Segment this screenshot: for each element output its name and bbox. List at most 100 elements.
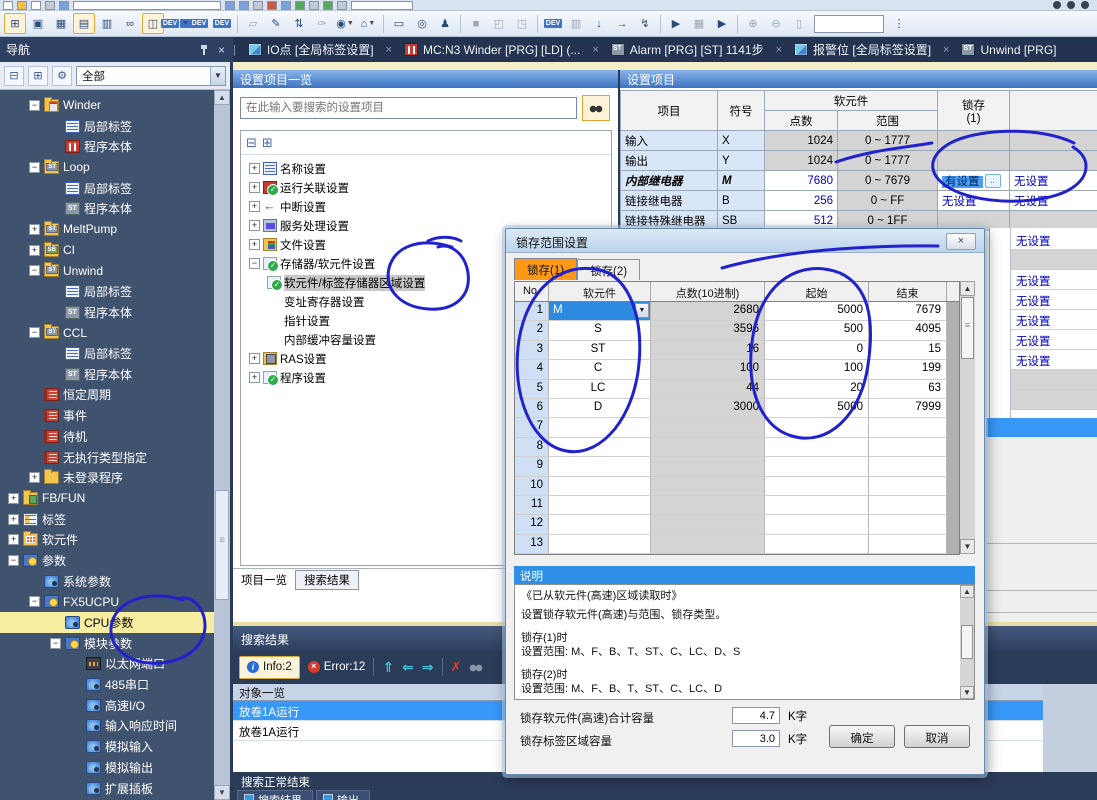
points-cell[interactable] [651,477,765,496]
edit-test-icon[interactable]: ✎ [265,13,287,34]
device-cell[interactable] [549,438,651,457]
monitor-icon[interactable]: ▣ [27,13,49,34]
device-cell[interactable]: D [549,399,651,418]
tree-expander-icon[interactable]: − [8,555,19,566]
sidebar-item-无执行类型指定[interactable]: 无执行类型指定 [0,447,214,468]
start-cell[interactable] [765,418,869,437]
latch1-cell[interactable]: 有设置.. [938,171,1010,191]
start-cell[interactable] [765,457,869,476]
latch2-strip-cell[interactable]: 无设置 [1011,310,1097,330]
sidebar-item-Loop[interactable]: −Loop [0,157,214,178]
toolbar-misc-icon-6[interactable] [295,1,305,10]
points-cell[interactable] [651,515,765,534]
toolbar-misc-icon-8[interactable] [323,1,333,10]
zoom-window-icon[interactable]: ◰ [488,13,510,34]
program-list-small-icon[interactable]: ▥ [96,13,118,34]
sidebar-item-模拟输入[interactable]: 模拟输入 [0,736,214,757]
end-cell[interactable] [869,438,947,457]
toolbar-misc-icon-4[interactable] [267,1,277,10]
toolbar-misc-icon-5[interactable] [281,1,291,10]
tree-expander-icon[interactable]: − [249,258,260,269]
points-cell[interactable]: 3000 [651,399,765,418]
tree-expander-icon[interactable]: − [50,638,61,649]
sidebar-item-模拟输出[interactable]: 模拟输出 [0,757,214,778]
gear-icon[interactable]: ⚙ [52,66,72,86]
device-grid-icon[interactable]: DEV [188,13,210,34]
sidebar-item-CCL[interactable]: −CCL [0,323,214,344]
document-tab[interactable]: Unwind [PRG] [951,37,1066,62]
project-tree-icon[interactable]: ⊞ [4,13,26,34]
grid-gray-icon[interactable]: ▦ [688,13,710,34]
dialog-close-button[interactable]: × [946,233,976,250]
sidebar-item-局部标签[interactable]: 局部标签 [0,178,214,199]
tab-search-result[interactable]: 搜索结果 [295,570,359,590]
tree-expander-icon[interactable]: + [249,163,260,174]
sidebar-item-程序本体[interactable]: 程序本体 [0,364,214,385]
ellipsis-button[interactable]: .. [985,174,1001,188]
tree-expander-icon[interactable]: + [29,245,40,256]
device-cell[interactable] [549,457,651,476]
sidebar-item-FB/FUN[interactable]: +FB/FUN [0,488,214,509]
setting-tree-item-中断设置[interactable]: +中断设置 [241,197,611,216]
end-cell[interactable]: 15 [869,341,947,360]
sidebar-item-软元件[interactable]: +软元件 [0,529,214,550]
points-cell[interactable]: 100 [651,360,765,379]
sidebar-item-未登录程序[interactable]: +未登录程序 [0,467,214,488]
latch2-value[interactable]: 无设置 [1014,196,1049,208]
sidebar-item-模块参数[interactable]: −模块参数 [0,633,214,654]
bottom-tab-搜索结果[interactable]: 搜索结果 [237,790,313,800]
sidebar-item-程序本体[interactable]: 程序本体 [0,136,214,157]
tree-expander-icon[interactable]: − [29,265,40,276]
toolbar-misc-icon-9[interactable] [337,1,347,10]
program-list-icon[interactable]: ▤ [73,13,95,34]
tree-expander-icon[interactable]: − [29,100,40,111]
sidebar-item-程序本体[interactable]: 程序本体 [0,302,214,323]
sidebar-item-局部标签[interactable]: 局部标签 [0,281,214,302]
tree-expander-icon[interactable]: + [249,372,260,383]
latch1-cell[interactable]: 无设置 [938,191,1010,211]
toolbar-misc-icon-7[interactable] [309,1,319,10]
expand-all-icon[interactable]: ⊞ [262,135,273,151]
points-cell[interactable]: 2680 [651,302,765,321]
end-cell[interactable] [869,496,947,515]
start-cell[interactable]: 0 [765,341,869,360]
points-cell[interactable]: 44 [651,380,765,399]
dialog-tab-锁存(1)[interactable]: 锁存(1) [514,258,577,280]
device-cell[interactable]: C [549,360,651,379]
scroll-down-icon[interactable]: ▼ [214,785,230,800]
device-cell[interactable]: LC [549,380,651,399]
more-icon[interactable]: ⋮ [888,13,910,34]
latch2-strip-cell[interactable]: 无设置 [1011,290,1097,310]
tree-expander-icon[interactable]: + [249,220,260,231]
scroll-thumb[interactable] [961,625,973,659]
search-again-icon[interactable] [469,663,483,672]
sidebar-item-CPU参数[interactable]: CPU参数 [0,612,214,633]
sidebar-item-扩展插板[interactable]: 扩展插板 [0,778,214,799]
stop-icon[interactable]: ■ [465,13,487,34]
window-control-buttons[interactable] [1053,0,1089,9]
toolbar-misc-icon-3[interactable] [253,1,263,10]
device-cell[interactable]: M▼ [549,302,651,321]
end-cell[interactable] [869,477,947,496]
run2-icon[interactable]: ▶ [711,13,733,34]
scroll-down-icon[interactable]: ▼ [960,539,975,554]
device-grid2-icon[interactable]: DEV [211,13,233,34]
end-cell[interactable]: 63 [869,380,947,399]
device-eye-icon[interactable]: ◉▼ [334,13,356,34]
points-cell[interactable] [651,496,765,515]
sidebar-item-高速I/O[interactable]: 高速I/O [0,695,214,716]
sidebar-item-Unwind[interactable]: −Unwind [0,261,214,282]
sidebar-item-输入响应时间[interactable]: 输入响应时间 [0,716,214,737]
error-filter-button[interactable]: × Error:12 [308,661,366,673]
points-cell[interactable]: 16 [651,341,765,360]
sidebar-item-485串口[interactable]: 485串口 [0,674,214,695]
tree-expander-icon[interactable]: − [29,327,40,338]
device-gray-icon[interactable]: ▥ [565,13,587,34]
start-cell[interactable] [765,515,869,534]
io-force-icon[interactable]: ⇅ [288,13,310,34]
latch2-strip-cell[interactable]: 无设置 [1011,270,1097,290]
tab-item-list[interactable]: 项目一览 [241,572,287,588]
end-cell[interactable]: 4095 [869,321,947,340]
sidebar-item-局部标签[interactable]: 局部标签 [0,116,214,137]
device-cell[interactable] [549,515,651,534]
